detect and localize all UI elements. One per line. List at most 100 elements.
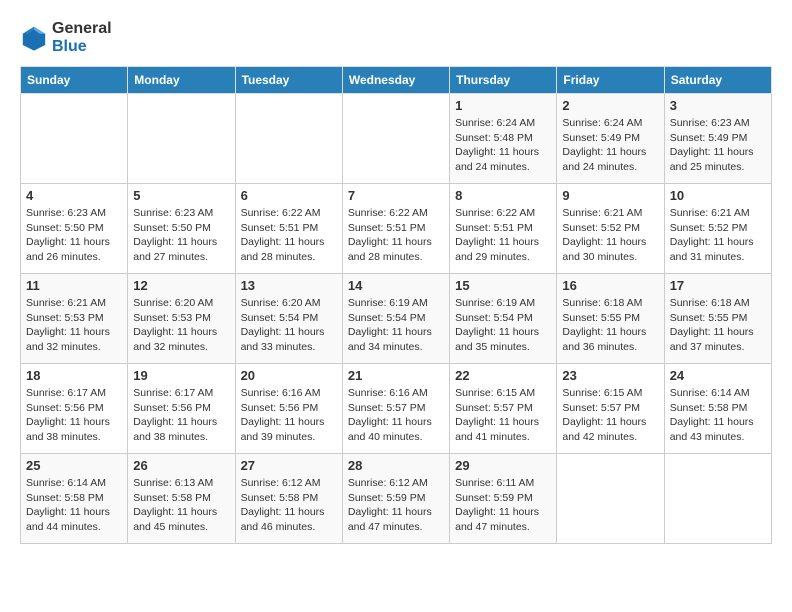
day-cell: 6 Sunrise: 6:22 AM Sunset: 5:51 PM Daylig… — [235, 184, 342, 274]
day-cell: 20 Sunrise: 6:16 AM Sunset: 5:56 PM Dayli… — [235, 364, 342, 454]
logo-icon — [20, 24, 48, 52]
day-number: 8 — [455, 188, 551, 203]
day-cell — [557, 454, 664, 544]
page-header: General Blue — [20, 20, 772, 56]
day-cell: 1 Sunrise: 6:24 AM Sunset: 5:48 PM Daylig… — [450, 94, 557, 184]
calendar-header: SundayMondayTuesdayWednesdayThursdayFrid… — [21, 67, 772, 94]
day-cell: 28 Sunrise: 6:12 AM Sunset: 5:59 PM Dayli… — [342, 454, 449, 544]
day-cell — [128, 94, 235, 184]
header-cell-wednesday: Wednesday — [342, 67, 449, 94]
day-number: 11 — [26, 278, 122, 293]
day-cell — [342, 94, 449, 184]
day-number: 5 — [133, 188, 229, 203]
day-cell: 4 Sunrise: 6:23 AM Sunset: 5:50 PM Daylig… — [21, 184, 128, 274]
day-number: 7 — [348, 188, 444, 203]
day-detail: Sunrise: 6:21 AM Sunset: 5:52 PM Dayligh… — [670, 206, 766, 265]
day-cell: 11Sunrise: 6:21 AM Sunset: 5:53 PM Dayli… — [21, 274, 128, 364]
day-cell: 23 Sunrise: 6:15 AM Sunset: 5:57 PM Dayli… — [557, 364, 664, 454]
day-number: 28 — [348, 458, 444, 473]
day-detail: Sunrise: 6:15 AM Sunset: 5:57 PM Dayligh… — [562, 386, 658, 445]
day-detail: Sunrise: 6:12 AM Sunset: 5:58 PM Dayligh… — [241, 476, 337, 535]
day-cell: 8 Sunrise: 6:22 AM Sunset: 5:51 PM Daylig… — [450, 184, 557, 274]
calendar-body: 1 Sunrise: 6:24 AM Sunset: 5:48 PM Daylig… — [21, 94, 772, 544]
day-detail: Sunrise: 6:14 AM Sunset: 5:58 PM Dayligh… — [670, 386, 766, 445]
day-cell — [664, 454, 771, 544]
day-number: 18 — [26, 368, 122, 383]
day-detail: Sunrise: 6:23 AM Sunset: 5:50 PM Dayligh… — [133, 206, 229, 265]
day-cell: 7 Sunrise: 6:22 AM Sunset: 5:51 PM Daylig… — [342, 184, 449, 274]
header-cell-friday: Friday — [557, 67, 664, 94]
day-cell: 19 Sunrise: 6:17 AM Sunset: 5:56 PM Dayli… — [128, 364, 235, 454]
day-number: 27 — [241, 458, 337, 473]
day-cell: 26 Sunrise: 6:13 AM Sunset: 5:58 PM Dayli… — [128, 454, 235, 544]
week-row-1: 1 Sunrise: 6:24 AM Sunset: 5:48 PM Daylig… — [21, 94, 772, 184]
week-row-3: 11Sunrise: 6:21 AM Sunset: 5:53 PM Dayli… — [21, 274, 772, 364]
day-number: 10 — [670, 188, 766, 203]
day-number: 17 — [670, 278, 766, 293]
day-number: 24 — [670, 368, 766, 383]
day-detail: Sunrise: 6:17 AM Sunset: 5:56 PM Dayligh… — [26, 386, 122, 445]
header-cell-thursday: Thursday — [450, 67, 557, 94]
day-detail: Sunrise: 6:16 AM Sunset: 5:56 PM Dayligh… — [241, 386, 337, 445]
day-detail: Sunrise: 6:20 AM Sunset: 5:54 PM Dayligh… — [241, 296, 337, 355]
day-number: 14 — [348, 278, 444, 293]
day-number: 23 — [562, 368, 658, 383]
logo-text: General Blue — [52, 20, 112, 56]
day-detail: Sunrise: 6:12 AM Sunset: 5:59 PM Dayligh… — [348, 476, 444, 535]
day-cell: 5 Sunrise: 6:23 AM Sunset: 5:50 PM Daylig… — [128, 184, 235, 274]
day-detail: Sunrise: 6:18 AM Sunset: 5:55 PM Dayligh… — [670, 296, 766, 355]
day-detail: Sunrise: 6:24 AM Sunset: 5:48 PM Dayligh… — [455, 116, 551, 175]
week-row-4: 18 Sunrise: 6:17 AM Sunset: 5:56 PM Dayli… — [21, 364, 772, 454]
day-cell: 18 Sunrise: 6:17 AM Sunset: 5:56 PM Dayli… — [21, 364, 128, 454]
day-detail: Sunrise: 6:22 AM Sunset: 5:51 PM Dayligh… — [241, 206, 337, 265]
day-detail: Sunrise: 6:22 AM Sunset: 5:51 PM Dayligh… — [455, 206, 551, 265]
day-detail: Sunrise: 6:21 AM Sunset: 5:52 PM Dayligh… — [562, 206, 658, 265]
day-cell: 10 Sunrise: 6:21 AM Sunset: 5:52 PM Dayli… — [664, 184, 771, 274]
header-cell-sunday: Sunday — [21, 67, 128, 94]
day-detail: Sunrise: 6:22 AM Sunset: 5:51 PM Dayligh… — [348, 206, 444, 265]
day-number: 12 — [133, 278, 229, 293]
day-number: 25 — [26, 458, 122, 473]
day-detail: Sunrise: 6:23 AM Sunset: 5:49 PM Dayligh… — [670, 116, 766, 175]
header-cell-saturday: Saturday — [664, 67, 771, 94]
day-cell: 17 Sunrise: 6:18 AM Sunset: 5:55 PM Dayli… — [664, 274, 771, 364]
day-cell: 21 Sunrise: 6:16 AM Sunset: 5:57 PM Dayli… — [342, 364, 449, 454]
week-row-2: 4 Sunrise: 6:23 AM Sunset: 5:50 PM Daylig… — [21, 184, 772, 274]
day-number: 13 — [241, 278, 337, 293]
day-detail: Sunrise: 6:17 AM Sunset: 5:56 PM Dayligh… — [133, 386, 229, 445]
day-number: 26 — [133, 458, 229, 473]
day-number: 16 — [562, 278, 658, 293]
day-number: 22 — [455, 368, 551, 383]
day-number: 6 — [241, 188, 337, 203]
day-number: 15 — [455, 278, 551, 293]
day-cell: 29Sunrise: 6:11 AM Sunset: 5:59 PM Dayli… — [450, 454, 557, 544]
day-detail: Sunrise: 6:14 AM Sunset: 5:58 PM Dayligh… — [26, 476, 122, 535]
day-number: 4 — [26, 188, 122, 203]
day-detail: Sunrise: 6:19 AM Sunset: 5:54 PM Dayligh… — [348, 296, 444, 355]
day-cell: 16Sunrise: 6:18 AM Sunset: 5:55 PM Dayli… — [557, 274, 664, 364]
day-detail: Sunrise: 6:15 AM Sunset: 5:57 PM Dayligh… — [455, 386, 551, 445]
day-cell: 13 Sunrise: 6:20 AM Sunset: 5:54 PM Dayli… — [235, 274, 342, 364]
day-detail: Sunrise: 6:13 AM Sunset: 5:58 PM Dayligh… — [133, 476, 229, 535]
day-cell: 9Sunrise: 6:21 AM Sunset: 5:52 PM Daylig… — [557, 184, 664, 274]
day-number: 2 — [562, 98, 658, 113]
header-cell-monday: Monday — [128, 67, 235, 94]
day-number: 21 — [348, 368, 444, 383]
day-detail: Sunrise: 6:11 AM Sunset: 5:59 PM Dayligh… — [455, 476, 551, 535]
day-cell: 22 Sunrise: 6:15 AM Sunset: 5:57 PM Dayli… — [450, 364, 557, 454]
day-number: 1 — [455, 98, 551, 113]
day-cell — [235, 94, 342, 184]
header-cell-tuesday: Tuesday — [235, 67, 342, 94]
day-number: 3 — [670, 98, 766, 113]
day-detail: Sunrise: 6:16 AM Sunset: 5:57 PM Dayligh… — [348, 386, 444, 445]
day-number: 20 — [241, 368, 337, 383]
day-cell: 15 Sunrise: 6:19 AM Sunset: 5:54 PM Dayli… — [450, 274, 557, 364]
day-detail: Sunrise: 6:24 AM Sunset: 5:49 PM Dayligh… — [562, 116, 658, 175]
day-detail: Sunrise: 6:19 AM Sunset: 5:54 PM Dayligh… — [455, 296, 551, 355]
day-cell — [21, 94, 128, 184]
day-detail: Sunrise: 6:23 AM Sunset: 5:50 PM Dayligh… — [26, 206, 122, 265]
day-cell: 27 Sunrise: 6:12 AM Sunset: 5:58 PM Dayli… — [235, 454, 342, 544]
calendar-table: SundayMondayTuesdayWednesdayThursdayFrid… — [20, 66, 772, 544]
logo: General Blue — [20, 20, 112, 56]
day-number: 19 — [133, 368, 229, 383]
